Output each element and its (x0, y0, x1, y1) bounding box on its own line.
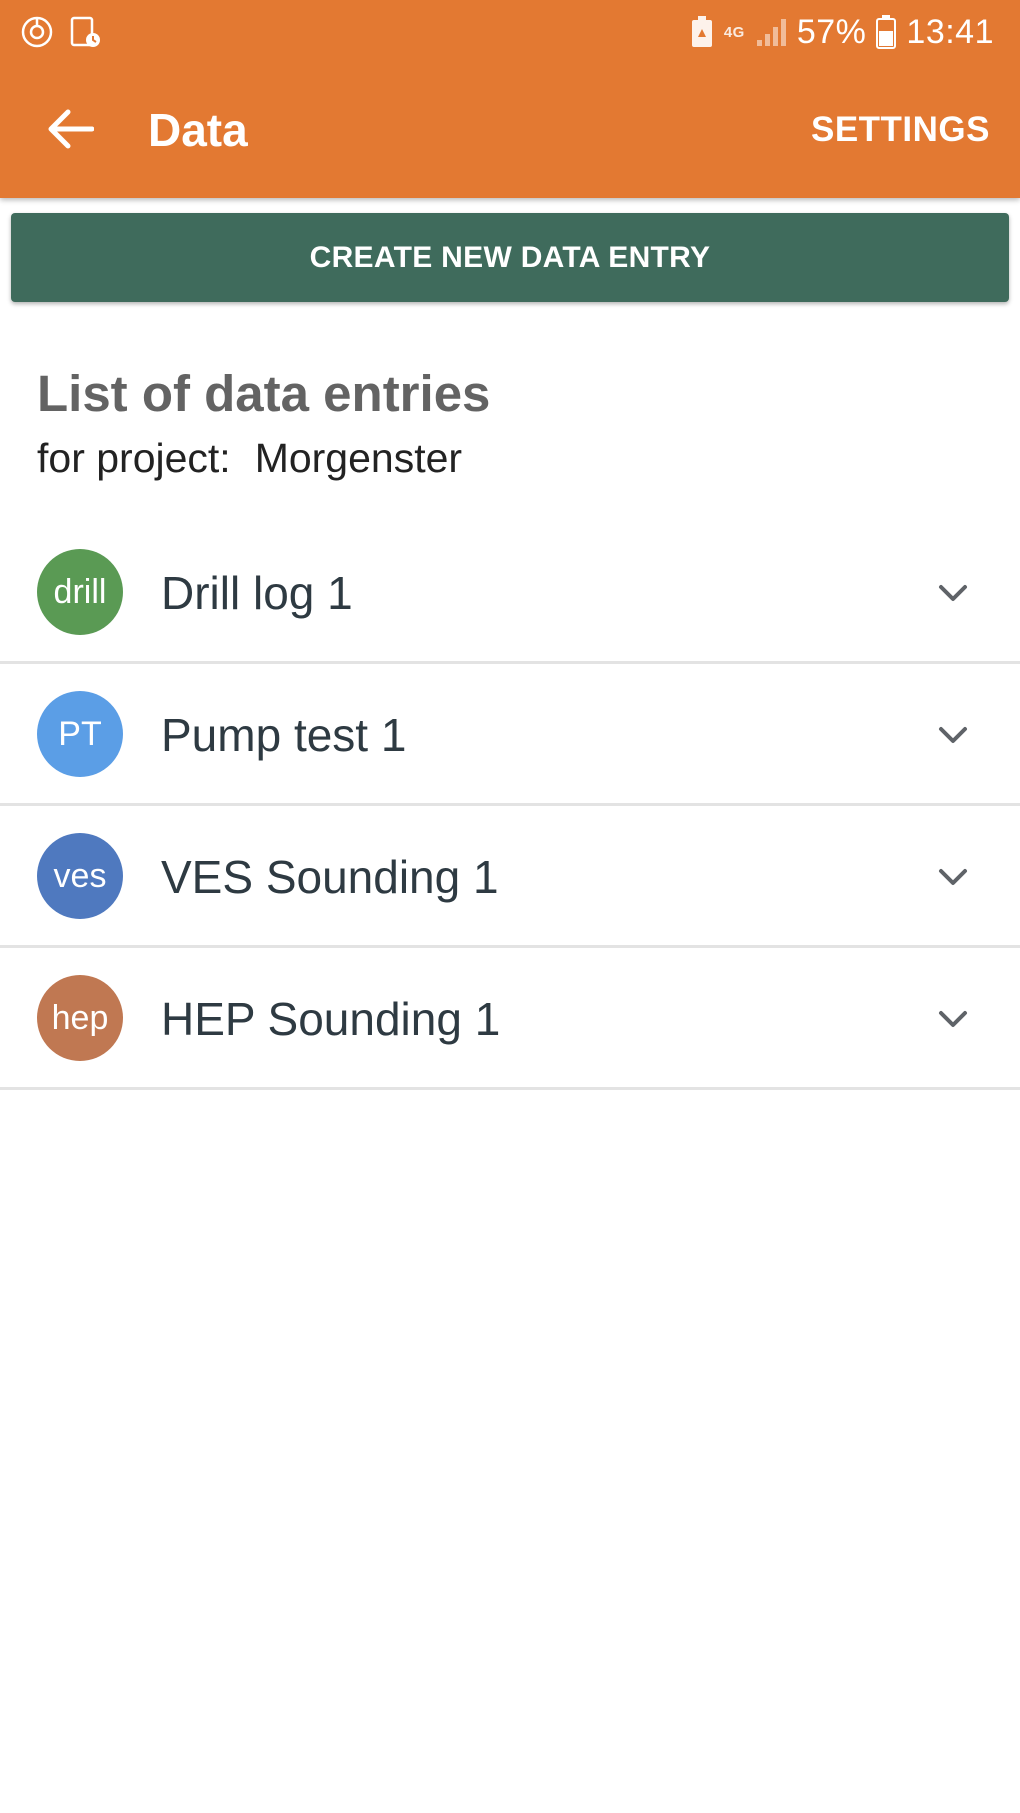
list-item[interactable]: hep HEP Sounding 1 (0, 948, 1020, 1090)
create-new-data-entry-button[interactable]: CREATE NEW DATA ENTRY (11, 213, 1009, 302)
app-bar: Data SETTINGS (0, 64, 1020, 198)
avatar: PT (37, 691, 123, 777)
screen-timeout-icon (68, 15, 102, 49)
app-screen: 4G 57% 13:41 Data SETTINGS CREATE NEW DA… (0, 0, 1020, 1813)
page-title: Data (148, 104, 248, 156)
avatar: drill (37, 549, 123, 635)
arrow-left-icon (48, 109, 95, 154)
back-button[interactable] (36, 96, 106, 166)
entry-label: VES Sounding 1 (161, 851, 499, 903)
chevron-down-icon[interactable] (936, 1002, 970, 1036)
chevron-down-icon[interactable] (936, 576, 970, 610)
network-type: 4G (723, 23, 745, 41)
entry-label: Drill log 1 (161, 567, 353, 619)
chevron-down-icon[interactable] (936, 860, 970, 894)
sync-icon (20, 15, 54, 49)
list-item[interactable]: ves VES Sounding 1 (0, 806, 1020, 948)
project-name: Morgenster (254, 435, 463, 481)
battery-icon (876, 15, 897, 49)
chevron-down-icon[interactable] (936, 718, 970, 752)
list-heading: List of data entries (37, 365, 491, 422)
header: 4G 57% 13:41 Data SETTINGS (0, 0, 1020, 198)
status-left-icons (20, 12, 102, 52)
list-item[interactable]: PT Pump test 1 (0, 664, 1020, 806)
project-line: for project: Morgenster (37, 432, 462, 484)
status-right: 4G 57% 13:41 (690, 10, 994, 54)
battery-percent: 57% (796, 12, 867, 51)
entry-label: HEP Sounding 1 (161, 993, 501, 1045)
data-entry-list: drill Drill log 1 PT Pump test 1 ves VES… (0, 522, 1020, 1090)
project-prefix: for project: (37, 435, 231, 481)
entry-label: Pump test 1 (161, 709, 407, 761)
settings-button[interactable]: SETTINGS (811, 108, 990, 152)
battery-saver-icon (690, 15, 714, 49)
list-item[interactable]: drill Drill log 1 (0, 522, 1020, 664)
avatar: hep (37, 975, 123, 1061)
avatar: ves (37, 833, 123, 919)
clock: 13:41 (906, 12, 994, 51)
signal-icon (755, 16, 787, 48)
status-bar: 4G 57% 13:41 (0, 0, 1020, 64)
